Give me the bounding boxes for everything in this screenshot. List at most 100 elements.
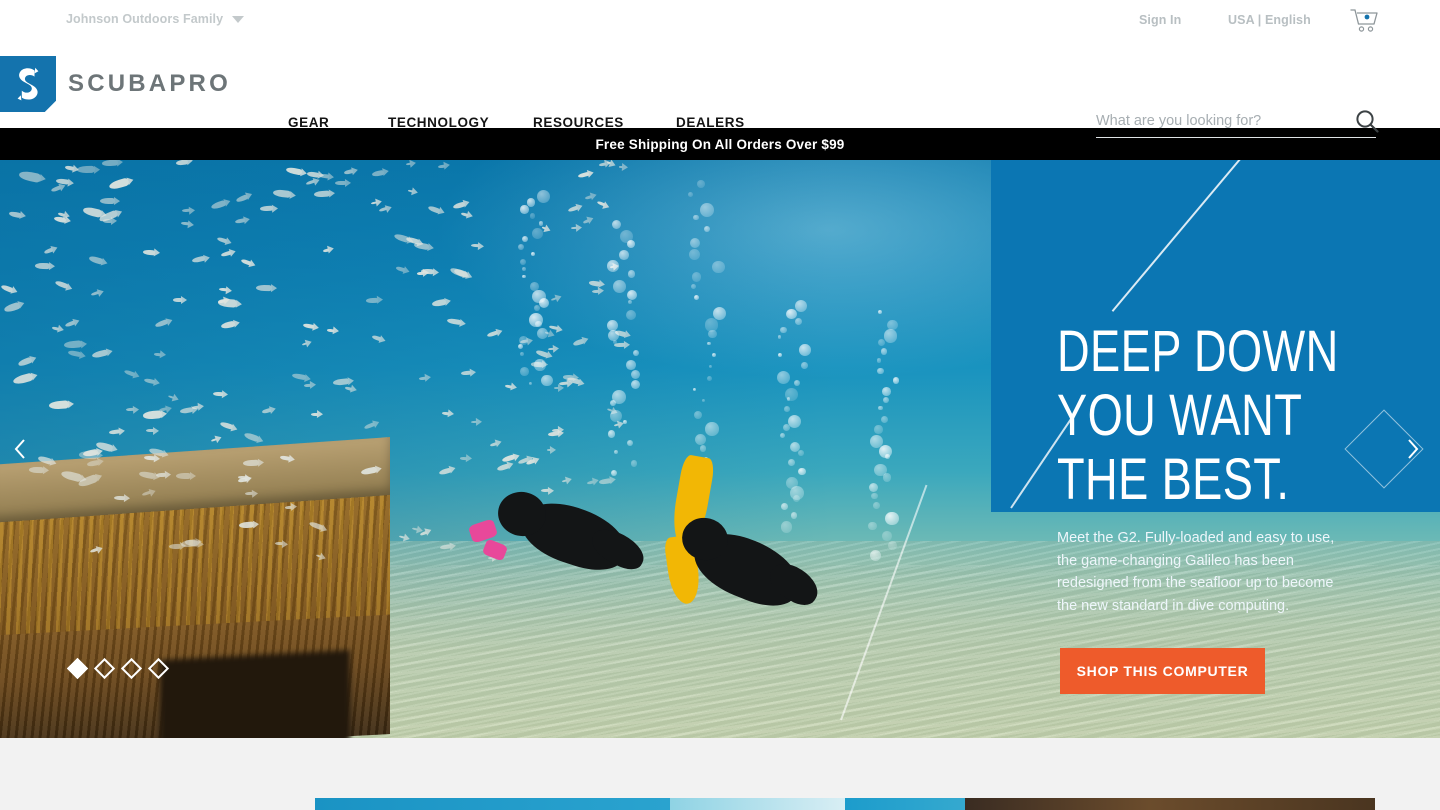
bubble [687,191,694,197]
bubble [689,249,701,261]
fish [302,323,315,330]
hero-description: Meet the G2. Fully-loaded and easy to us… [1057,530,1335,614]
fish [51,185,62,193]
fish [378,206,387,212]
bubble [632,350,639,356]
shopping-cart-icon [1350,9,1378,32]
fish [142,410,162,420]
bubble [797,450,804,457]
fish [219,421,234,431]
fish [145,428,155,433]
bubble [535,320,542,328]
bubble [885,511,899,526]
fish [584,194,592,200]
carousel-dot-3[interactable] [120,657,143,680]
shop-this-computer-button[interactable]: SHOP THIS COMPUTER [1060,648,1265,694]
fish [235,194,249,204]
carousel-dot-1[interactable] [66,657,89,680]
bubble [689,237,701,248]
search-submit-button[interactable] [1354,108,1380,137]
scubapro-s-logo-icon [0,56,56,112]
carousel-dot-2[interactable] [93,657,116,680]
card-thumbnail[interactable] [965,798,1375,810]
fish [613,422,620,427]
fish [217,297,238,308]
fish [245,491,254,496]
card-thumbnail[interactable] [845,798,965,810]
fish [210,437,218,442]
fish [460,456,468,461]
bubble [867,521,877,531]
fish [395,265,406,272]
fish [548,348,555,351]
bubble [705,422,719,436]
bubble [882,396,889,403]
fish [301,342,308,347]
search-input[interactable] [1096,113,1341,129]
fish [52,326,60,331]
fish [310,412,318,416]
fish [176,472,192,479]
bubble [706,341,711,346]
fish [470,421,477,424]
fish [344,386,352,391]
carousel-next-button[interactable] [1344,409,1440,489]
fish [541,226,547,230]
locale-selector[interactable]: USA | English [1228,13,1311,27]
fish [213,391,224,397]
carousel-indicators [66,657,170,680]
fish [126,407,135,412]
nav-item-resources[interactable]: RESOURCES [533,115,624,130]
fish [54,279,69,290]
fish [220,320,236,329]
cart-button[interactable] [1349,8,1379,34]
fish [460,370,471,376]
carousel-dot-4[interactable] [147,657,170,680]
bubble [872,502,880,509]
fish [17,356,33,367]
scubapro-logo-link[interactable]: SCUBAPRO [0,56,231,112]
fish [91,348,110,359]
fish [18,170,42,183]
fish [64,320,76,328]
johnson-outdoors-family-dropdown[interactable]: Johnson Outdoors Family [66,12,245,26]
card-thumbnail[interactable] [670,798,845,810]
nav-item-technology[interactable]: TECHNOLOGY [388,115,489,130]
chevron-down-icon [232,15,245,23]
fish [175,160,189,166]
card-thumbnail[interactable] [315,798,670,810]
search-icon [1356,110,1379,133]
search-box [1096,110,1379,138]
fish [305,179,316,186]
chevron-left-icon [14,439,25,459]
nav-item-dealers[interactable]: DEALERS [676,115,745,130]
bubble [609,410,622,422]
fish [154,318,170,329]
bubble [607,260,620,272]
fish [419,377,427,381]
bubble [534,359,546,371]
fish [413,241,430,251]
fish [123,369,136,378]
bubble [691,272,702,282]
product-card-strip [315,798,1375,810]
fish [596,200,605,207]
nav-item-gear[interactable]: GEAR [288,115,329,130]
fish [67,349,81,358]
fish [77,165,96,174]
bubble [779,326,787,334]
carousel-prev-button[interactable] [0,429,40,469]
bubble [520,366,530,376]
fish [108,428,120,435]
bubble [885,454,890,459]
sign-in-link[interactable]: Sign In [1139,13,1181,27]
fish [619,165,623,168]
bubble [693,214,699,220]
fish [90,547,99,554]
bubble [708,330,717,339]
fish [64,165,75,171]
fish [315,554,322,559]
fish [448,266,465,278]
scubapro-wordmark: SCUBAPRO [68,70,231,97]
fish [220,250,231,258]
